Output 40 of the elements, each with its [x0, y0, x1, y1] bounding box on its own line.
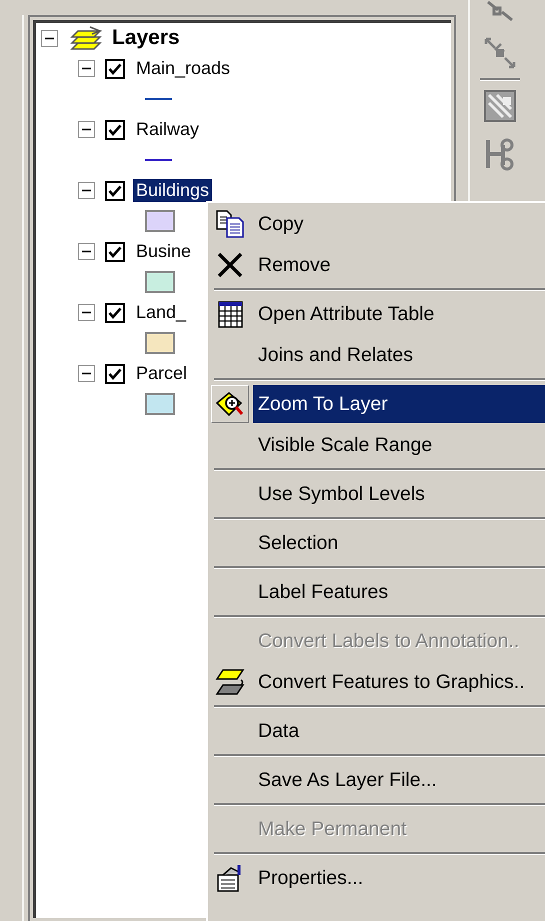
layer-name[interactable]: Railway: [133, 118, 202, 141]
checkbox[interactable]: [105, 302, 125, 322]
collapse-icon[interactable]: [78, 243, 95, 260]
zoom-icon: [211, 384, 249, 422]
checkbox[interactable]: [105, 242, 125, 262]
collapse-icon[interactable]: [78, 365, 95, 382]
menu-item[interactable]: Remove: [253, 246, 545, 284]
checkbox[interactable]: [105, 58, 125, 78]
menu-item[interactable]: Zoom To Layer: [253, 384, 545, 422]
copy-icon: [215, 208, 245, 238]
line-tool-icon[interactable]: [484, 0, 516, 22]
menu-item[interactable]: Label Features: [253, 572, 545, 610]
checkbox[interactable]: [105, 180, 125, 200]
collapse-icon[interactable]: [78, 182, 95, 199]
collapse-icon[interactable]: [78, 304, 95, 321]
split-line-icon[interactable]: [483, 36, 517, 70]
menu-item[interactable]: Data: [253, 712, 545, 750]
tree-root-label[interactable]: Layers: [112, 26, 180, 50]
layers-convert-icon: [215, 666, 245, 696]
grid-tool-icon[interactable]: [483, 89, 517, 123]
layer-name[interactable]: Buildings: [133, 179, 212, 202]
collapse-icon[interactable]: [41, 30, 58, 46]
menu-item[interactable]: Selection: [253, 524, 545, 562]
menu-item[interactable]: Open Attribute Table: [253, 294, 545, 332]
layer-name[interactable]: Main_roads: [133, 57, 234, 80]
layer-name[interactable]: Busine: [133, 240, 194, 263]
checkbox[interactable]: [105, 120, 125, 140]
collapse-icon[interactable]: [78, 121, 95, 138]
checkbox[interactable]: [105, 364, 125, 384]
layers-icon: [70, 25, 102, 51]
menu-item[interactable]: Use Symbol Levels: [253, 474, 545, 512]
menu-item[interactable]: Copy: [253, 204, 545, 242]
menu-item[interactable]: Convert Features to Graphics..: [253, 662, 545, 700]
menu-item[interactable]: Properties...: [253, 858, 545, 896]
menu-item[interactable]: Joins and Relates: [253, 336, 545, 374]
layer-name[interactable]: Land_: [133, 301, 190, 324]
menu-item[interactable]: Save As Layer File...: [253, 760, 545, 798]
collapse-icon[interactable]: [78, 60, 95, 77]
layer-name[interactable]: Parcel: [133, 362, 190, 385]
menu-item[interactable]: Visible Scale Range: [253, 426, 545, 464]
